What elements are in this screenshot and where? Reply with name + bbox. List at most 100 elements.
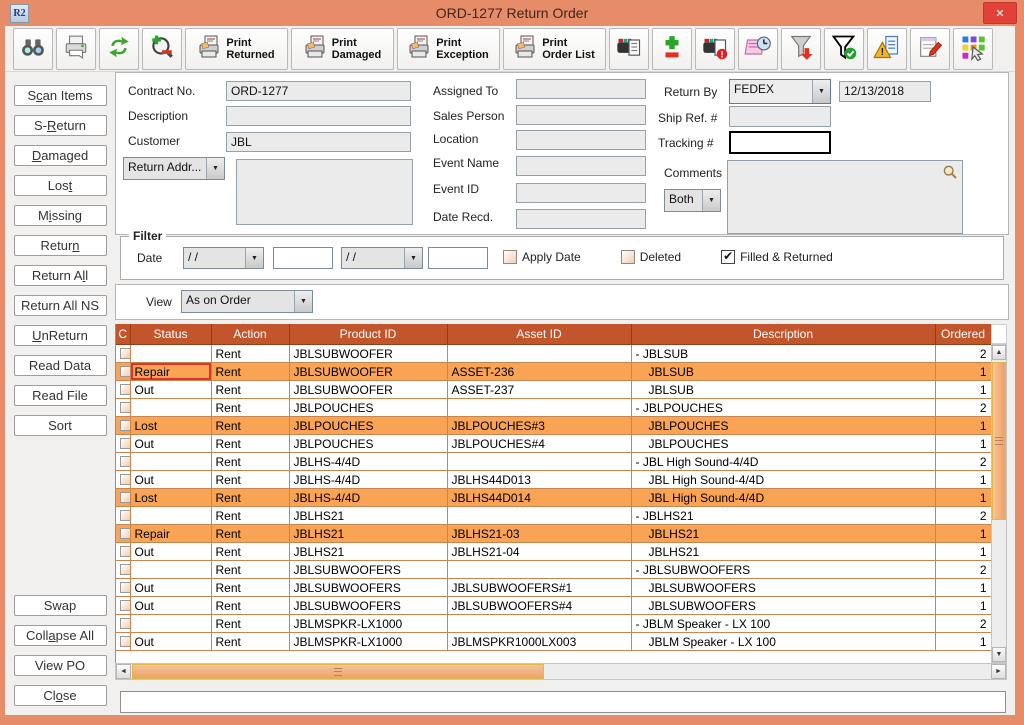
sidebar-button[interactable]: Close xyxy=(14,685,107,706)
return-address-combo[interactable]: Return Addr... ▼ xyxy=(123,157,225,180)
table-row[interactable]: Rent JBLSUBWOOFERS - JBLSUBWOOFERS 2 xyxy=(116,561,991,579)
search-icon[interactable] xyxy=(942,164,958,183)
add-remove-button[interactable] xyxy=(652,28,692,70)
sidebar-button[interactable]: Read File xyxy=(14,385,107,406)
row-checkbox[interactable] xyxy=(120,492,130,503)
scan-list-button[interactable] xyxy=(609,28,649,70)
table-row[interactable]: Rent JBLPOUCHES - JBLPOUCHES 2 xyxy=(116,399,991,417)
row-checkbox[interactable] xyxy=(120,474,130,485)
checkbox-icon[interactable] xyxy=(621,250,635,264)
zoom-in-out-button[interactable] xyxy=(142,28,182,70)
table-row[interactable]: Out Rent JBLPOUCHES JBLPOUCHES#4 JBLPOUC… xyxy=(116,435,991,453)
scroll-left-icon[interactable]: ◄ xyxy=(116,664,131,679)
table-row[interactable]: Repair Rent JBLSUBWOOFER ASSET-236 JBLSU… xyxy=(116,363,991,381)
row-checkbox[interactable] xyxy=(120,348,130,359)
row-checkbox[interactable] xyxy=(120,510,130,521)
sales-person-field[interactable] xyxy=(516,105,646,125)
contract-no-field[interactable]: ORD-1277 xyxy=(226,81,411,101)
checkbox-icon[interactable] xyxy=(721,250,735,264)
sidebar-button[interactable]: Missing xyxy=(14,205,107,226)
filter-export-button[interactable] xyxy=(781,28,821,70)
event-name-field[interactable] xyxy=(516,156,646,176)
return-date-field[interactable]: 12/13/2018 xyxy=(839,81,931,102)
comments-field[interactable] xyxy=(727,160,963,234)
table-row[interactable]: Out Rent JBLSUBWOOFER ASSET-237 JBLSUB 1 xyxy=(116,381,991,399)
date-to-time-field[interactable] xyxy=(428,247,488,269)
table-row[interactable]: Out Rent JBLHS21 JBLHS21-04 JBLHS21 1 xyxy=(116,543,991,561)
row-checkbox[interactable] xyxy=(120,600,130,611)
sidebar-button[interactable]: Read Data xyxy=(14,355,107,376)
customize-grid-button[interactable] xyxy=(953,28,993,70)
sidebar-button[interactable]: View PO xyxy=(14,655,107,676)
sidebar-button[interactable]: Damaged xyxy=(14,145,107,166)
table-row[interactable]: Rent JBLHS-4/4D - JBL High Sound-4/4D 2 xyxy=(116,453,991,471)
checkbox-icon[interactable] xyxy=(503,250,517,264)
exception-report-button[interactable]: ! xyxy=(867,28,907,70)
dropdown-arrow-icon[interactable]: ▼ xyxy=(206,158,224,179)
vertical-scrollbar[interactable]: ▲ ▼ xyxy=(991,344,1007,663)
row-checkbox[interactable] xyxy=(120,438,130,449)
dropdown-arrow-icon[interactable]: ▼ xyxy=(245,248,263,268)
close-button[interactable]: ✕ xyxy=(983,2,1017,24)
col-header-asset-id[interactable]: Asset ID xyxy=(447,324,631,345)
date-to-combo[interactable]: / / ▼ xyxy=(341,247,423,269)
description-field[interactable] xyxy=(226,106,411,126)
edit-notes-button[interactable] xyxy=(910,28,950,70)
date-from-time-field[interactable] xyxy=(273,247,333,269)
horizontal-scroll-thumb[interactable] xyxy=(132,664,544,679)
scroll-right-icon[interactable]: ► xyxy=(991,664,1006,679)
col-header-c[interactable]: C xyxy=(116,324,130,345)
col-header-status[interactable]: Status xyxy=(130,324,211,345)
row-checkbox[interactable] xyxy=(120,636,130,647)
scroll-down-icon[interactable]: ▼ xyxy=(992,647,1006,662)
table-row[interactable]: Out Rent JBLMSPKR-LX1000 JBLMSPKR1000LX0… xyxy=(116,633,991,651)
row-checkbox[interactable] xyxy=(120,402,130,413)
row-checkbox[interactable] xyxy=(120,420,130,431)
table-row[interactable]: Repair Rent JBLHS21 JBLHS21-03 JBLHS21 1 xyxy=(116,525,991,543)
print-action-button[interactable]: PrintOrder List xyxy=(503,28,606,70)
event-id-field[interactable] xyxy=(516,183,646,203)
comments-mode-combo[interactable]: Both ▼ xyxy=(664,189,721,212)
return-address-text[interactable] xyxy=(236,159,413,225)
table-row[interactable]: Rent JBLHS21 - JBLHS21 2 xyxy=(116,507,991,525)
return-by-combo[interactable]: FEDEX ▼ xyxy=(729,79,831,104)
sidebar-button[interactable]: UnReturn xyxy=(14,325,107,346)
dropdown-arrow-icon[interactable]: ▼ xyxy=(294,291,312,312)
refresh-button[interactable] xyxy=(99,28,139,70)
filter-checkbox[interactable]: Apply Date xyxy=(503,250,581,264)
print-action-button[interactable]: PrintDamaged xyxy=(291,28,394,70)
col-header-description[interactable]: Description xyxy=(631,324,935,345)
row-checkbox[interactable] xyxy=(120,582,130,593)
row-checkbox[interactable] xyxy=(120,384,130,395)
print-button[interactable] xyxy=(56,28,96,70)
col-header-product-id[interactable]: Product ID xyxy=(289,324,447,345)
sidebar-button[interactable]: S-Return xyxy=(14,115,107,136)
filter-checkbox[interactable]: Deleted xyxy=(621,250,681,264)
find-button[interactable] xyxy=(13,28,53,70)
sidebar-button[interactable]: Return All xyxy=(14,265,107,286)
scan-error-button[interactable]: ! xyxy=(695,28,735,70)
date-from-combo[interactable]: / / ▼ xyxy=(183,247,264,269)
table-row[interactable]: Out Rent JBLSUBWOOFERS JBLSUBWOOFERS#4 J… xyxy=(116,597,991,615)
sidebar-button[interactable]: Collapse All xyxy=(14,625,107,646)
dropdown-arrow-icon[interactable]: ▼ xyxy=(702,190,720,211)
print-action-button[interactable]: PrintException xyxy=(397,28,500,70)
scroll-up-icon[interactable]: ▲ xyxy=(992,345,1006,360)
sidebar-button[interactable]: Scan Items xyxy=(14,85,107,106)
table-row[interactable]: Lost Rent JBLHS-4/4D JBLHS44D014 JBL Hig… xyxy=(116,489,991,507)
table-row[interactable]: Rent JBLMSPKR-LX1000 - JBLM Speaker - LX… xyxy=(116,615,991,633)
table-row[interactable]: Out Rent JBLHS-4/4D JBLHS44D013 JBL High… xyxy=(116,471,991,489)
sidebar-button[interactable]: Lost xyxy=(14,175,107,196)
notes-history-button[interactable] xyxy=(738,28,778,70)
assigned-to-field[interactable] xyxy=(516,79,646,99)
status-bar-field[interactable] xyxy=(120,691,1006,713)
row-checkbox[interactable] xyxy=(120,366,130,377)
sidebar-button[interactable]: Swap xyxy=(14,595,107,616)
row-checkbox[interactable] xyxy=(120,546,130,557)
view-combo[interactable]: As on Order ▼ xyxy=(181,290,313,313)
table-row[interactable]: Out Rent JBLSUBWOOFERS JBLSUBWOOFERS#1 J… xyxy=(116,579,991,597)
col-header-ordered[interactable]: Ordered xyxy=(935,324,991,345)
sidebar-button[interactable]: Sort xyxy=(14,415,107,436)
filter-checkbox[interactable]: Filled & Returned xyxy=(721,250,833,264)
location-field[interactable] xyxy=(516,130,646,150)
